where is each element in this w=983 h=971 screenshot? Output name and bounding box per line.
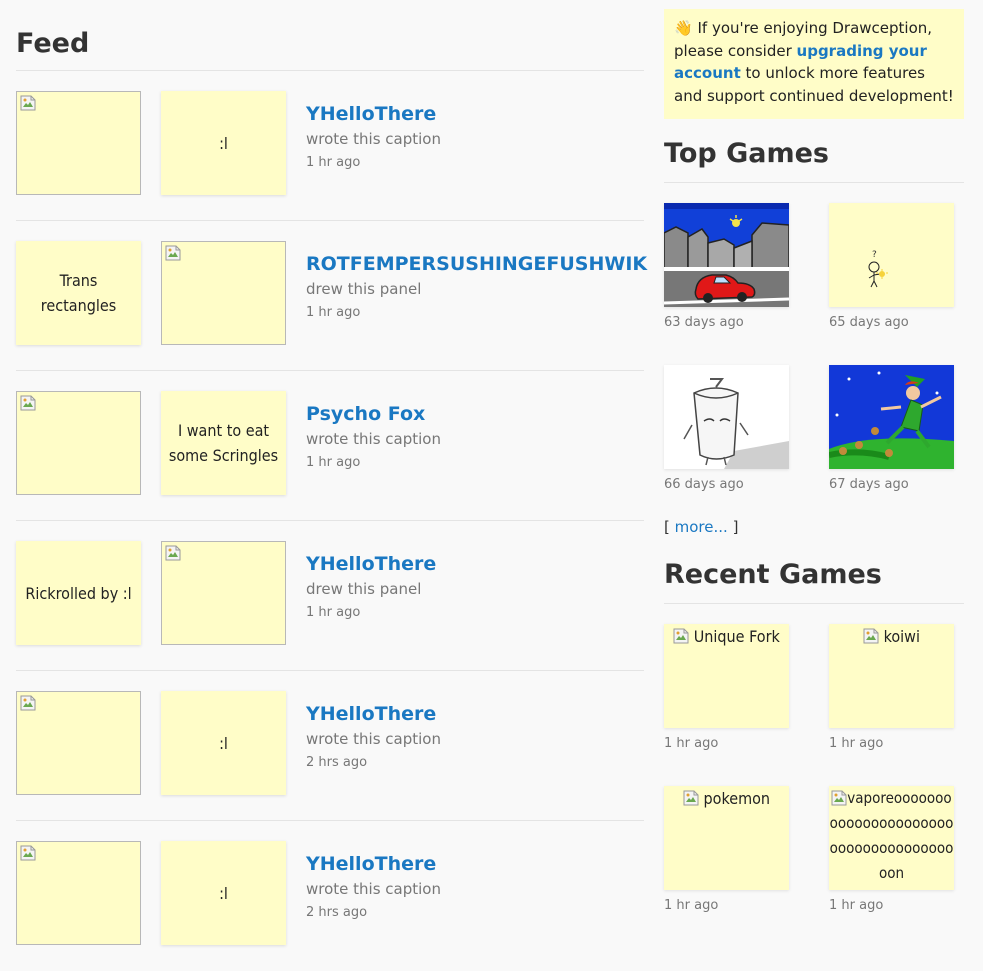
action-text: drew this panel [306, 280, 422, 298]
feed-row: :l YHelloThere wrote this caption 2 hrs … [16, 671, 644, 821]
feed-row: I want to eat some Scringles Psycho Fox … [16, 371, 644, 521]
timestamp: 1 hr ago [306, 605, 361, 620]
top-game-thumbnail[interactable] [664, 203, 789, 307]
action-text: drew this panel [306, 580, 422, 598]
wave-icon: 👋 [674, 19, 693, 37]
game-age: 65 days ago [829, 315, 909, 330]
broken-image-icon [831, 790, 847, 806]
game-age: 1 hr ago [829, 898, 884, 913]
recent-game-thumbnail[interactable]: koiwi [829, 624, 954, 728]
action-text: wrote this caption [306, 130, 441, 148]
panel-thumbnail[interactable]: :l [161, 841, 286, 945]
user-link[interactable]: ROTFEMPERSUSHINGEFUSHWIK [306, 251, 647, 277]
broken-image-icon [673, 628, 689, 644]
panel-caption: Rickrolled by :l [25, 583, 132, 603]
feed-title: Feed [16, 28, 90, 59]
top-game-thumbnail[interactable] [829, 365, 954, 469]
top-games-title: Top Games [664, 138, 830, 169]
recent-game-caption: koiwi [883, 627, 920, 646]
panel-thumbnail[interactable] [16, 691, 141, 795]
action-text: wrote this caption [306, 880, 441, 898]
feed-row: Rickrolled by :l YHelloThere drew this p… [16, 521, 644, 671]
upgrade-notice: 👋 If you're enjoying Drawception, please… [664, 9, 964, 119]
panel-caption: :l [219, 883, 228, 903]
timestamp: 1 hr ago [306, 455, 361, 470]
broken-image-icon [20, 395, 36, 411]
game-age: 1 hr ago [829, 736, 884, 751]
city-car-drawing [664, 203, 789, 307]
more-link[interactable]: more... [675, 518, 728, 536]
user-link[interactable]: YHelloThere [306, 101, 441, 127]
feed-row: :l YHelloThere wrote this caption 1 hr a… [16, 71, 644, 221]
user-link[interactable]: YHelloThere [306, 701, 441, 727]
feed-meta: YHelloThere wrote this caption 2 hrs ago [306, 851, 441, 925]
recent-game-caption: vaporeoooooooooooooooooooooooooooooooooo… [829, 789, 954, 882]
panel-caption: I want to eat some Scringles [168, 421, 279, 465]
recent-game-thumbnail[interactable]: pokemon [664, 786, 789, 890]
timestamp: 1 hr ago [306, 305, 361, 320]
game-age: 1 hr ago [664, 898, 719, 913]
recent-game-caption: pokemon [703, 789, 771, 808]
feed-meta: YHelloThere wrote this caption 2 hrs ago [306, 701, 441, 775]
user-link[interactable]: YHelloThere [306, 551, 436, 577]
panel-thumbnail[interactable] [161, 241, 286, 345]
top-game-thumbnail[interactable]: ? [829, 203, 954, 307]
panel-thumbnail[interactable] [16, 391, 141, 495]
recent-game-thumbnail[interactable]: Unique Fork [664, 624, 789, 728]
broken-image-icon [683, 790, 699, 806]
action-text: wrote this caption [306, 730, 441, 748]
user-link[interactable]: YHelloThere [306, 851, 441, 877]
recent-games-title: Recent Games [664, 559, 882, 590]
divider [664, 182, 964, 183]
game-age: 63 days ago [664, 315, 744, 330]
timestamp: 2 hrs ago [306, 905, 368, 920]
panel-thumbnail[interactable] [16, 91, 141, 195]
game-age: 67 days ago [829, 477, 909, 492]
elf-jumping-drawing [829, 365, 954, 469]
broken-image-icon [20, 95, 36, 111]
panel-caption: :l [219, 733, 228, 753]
game-age: 1 hr ago [664, 736, 719, 751]
more-bracket-close: ] [727, 518, 739, 536]
feed-row: :l YHelloThere wrote this caption 2 hrs … [16, 821, 644, 971]
user-link[interactable]: Psycho Fox [306, 401, 441, 427]
recent-game-caption: Unique Fork [693, 627, 780, 646]
action-text: wrote this caption [306, 430, 441, 448]
broken-image-icon [863, 628, 879, 644]
panel-thumbnail[interactable]: :l [161, 91, 286, 195]
more-top-games: [ more... ] [664, 518, 738, 536]
panel-thumbnail[interactable]: Trans rectangles [16, 241, 141, 345]
feed-meta: YHelloThere drew this panel 1 hr ago [306, 551, 436, 625]
broken-image-icon [20, 695, 36, 711]
feed-meta: YHelloThere wrote this caption 1 hr ago [306, 101, 441, 175]
panel-thumbnail[interactable]: I want to eat some Scringles [161, 391, 286, 495]
feed-row: Trans rectangles ROTFEMPERSUSHINGEFUSHWI… [16, 221, 647, 371]
broken-image-icon [165, 545, 181, 561]
divider [664, 603, 964, 604]
feed-meta: Psycho Fox wrote this caption 1 hr ago [306, 401, 441, 475]
broken-image-icon [165, 245, 181, 261]
game-age: 66 days ago [664, 477, 744, 492]
stick-figure-drawing: ? [829, 203, 954, 307]
recent-game-thumbnail[interactable]: vaporeoooooooooooooooooooooooooooooooooo… [829, 786, 954, 890]
panel-caption: :l [219, 133, 228, 153]
feed-meta: ROTFEMPERSUSHINGEFUSHWIK drew this panel… [306, 251, 647, 325]
top-game-thumbnail[interactable] [664, 365, 789, 469]
cup-character-drawing [664, 365, 789, 469]
panel-thumbnail[interactable] [161, 541, 286, 645]
timestamp: 1 hr ago [306, 155, 361, 170]
panel-caption: Trans rectangles [40, 271, 117, 315]
panel-thumbnail[interactable] [16, 841, 141, 945]
more-bracket-open: [ [664, 518, 675, 536]
panel-thumbnail[interactable]: :l [161, 691, 286, 795]
timestamp: 2 hrs ago [306, 755, 368, 770]
panel-thumbnail[interactable]: Rickrolled by :l [16, 541, 141, 645]
svg-text:?: ? [872, 250, 877, 260]
feed-section: Feed :l YHelloThere wrote this caption 1… [16, 0, 647, 971]
broken-image-icon [20, 845, 36, 861]
